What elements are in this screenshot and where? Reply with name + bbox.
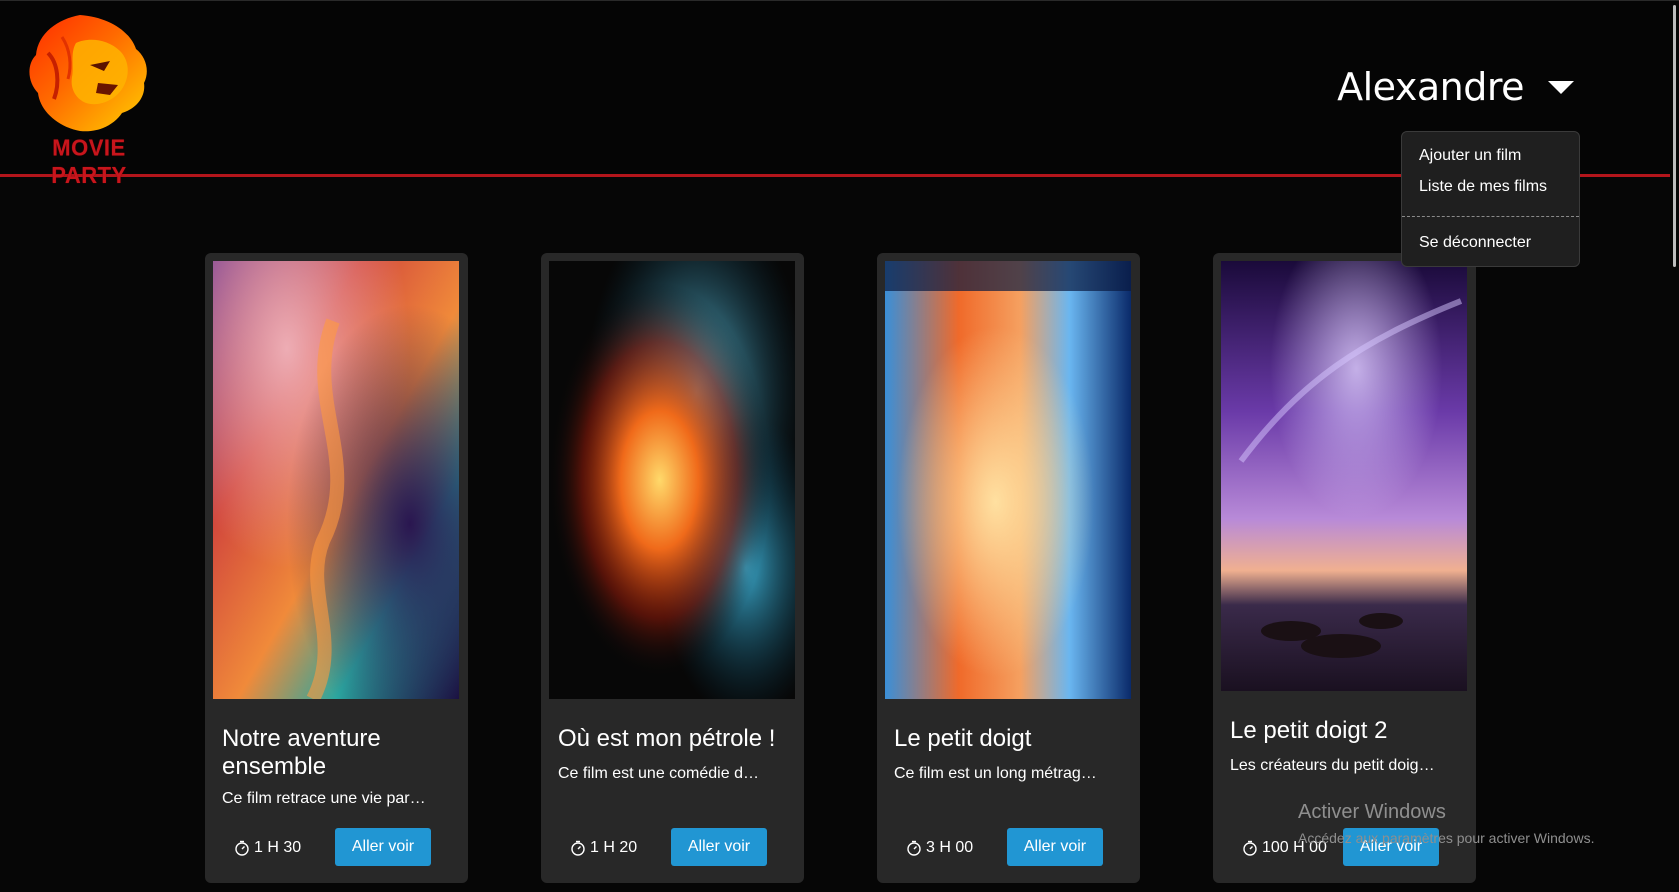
menu-item-my-movies[interactable]: Liste de mes films [1419,178,1547,196]
lion-head-icon [29,15,147,132]
movie-duration: 1 H 20 [570,839,637,857]
duration-text: 1 H 20 [590,839,638,856]
movie-poster[interactable] [1221,261,1467,691]
movie-poster[interactable] [549,261,795,699]
scrollbar-thumb[interactable] [1673,5,1676,267]
page: MOVIE PARTY Alexandre Ajouter un film Li… [0,0,1679,892]
movie-card: Notre aventure ensemble Ce film retrace … [205,253,468,883]
movie-card: Le petit doigt 2 Les créateurs du petit … [1213,253,1476,883]
movie-title: Le petit doigt 2 [1230,717,1388,744]
username: Alexandre [1337,65,1524,109]
menu-item-add-movie[interactable]: Ajouter un film [1419,147,1521,165]
movie-description: Ce film est une comédie d… [558,765,759,782]
stopwatch-icon [907,840,921,856]
movie-title: Notre aventure ensemble [222,725,381,780]
duration-text: 1 H 30 [254,839,302,856]
menu-item-logout[interactable]: Se déconnecter [1419,234,1531,252]
menu-divider [1402,216,1579,217]
user-dropdown-menu: Ajouter un film Liste de mes films Se dé… [1401,131,1580,267]
aller-voir-button[interactable]: Aller voir [1007,828,1103,866]
movie-poster[interactable] [213,261,459,699]
movie-description: Ce film est un long métrag… [894,765,1097,782]
aller-voir-button[interactable]: Aller voir [671,828,767,866]
movie-poster[interactable] [885,261,1131,699]
brand-name: MOVIE PARTY [51,134,127,189]
watermark-subtitle: Accédez aux paramètres pour activer Wind… [1298,830,1595,846]
stopwatch-icon [1243,840,1257,856]
duration-text: 3 H 00 [926,839,974,856]
movie-title: Où est mon pétrole ! [558,725,776,752]
watermark-title: Activer Windows [1298,801,1446,823]
stopwatch-icon [571,840,585,856]
movie-card: Le petit doigt Ce film est un long métra… [877,253,1140,883]
movie-duration: 3 H 00 [906,839,973,857]
aller-voir-button[interactable]: Aller voir [335,828,431,866]
vertical-scrollbar[interactable] [1670,1,1679,892]
movie-card: Où est mon pétrole ! Ce film est une com… [541,253,804,883]
movie-description: Ce film retrace une vie par… [222,790,426,807]
site-logo[interactable]: MOVIE PARTY [18,13,168,188]
movie-title: Le petit doigt [894,725,1032,752]
movie-description: Les créateurs du petit doig… [1230,757,1435,774]
windows-activation-watermark: Activer Windows Accédez aux paramètres p… [1298,801,1594,846]
stopwatch-icon [235,840,249,856]
user-menu-toggle[interactable]: Alexandre [1337,65,1574,109]
movie-duration: 1 H 30 [234,839,301,857]
caret-down-icon [1548,80,1574,94]
